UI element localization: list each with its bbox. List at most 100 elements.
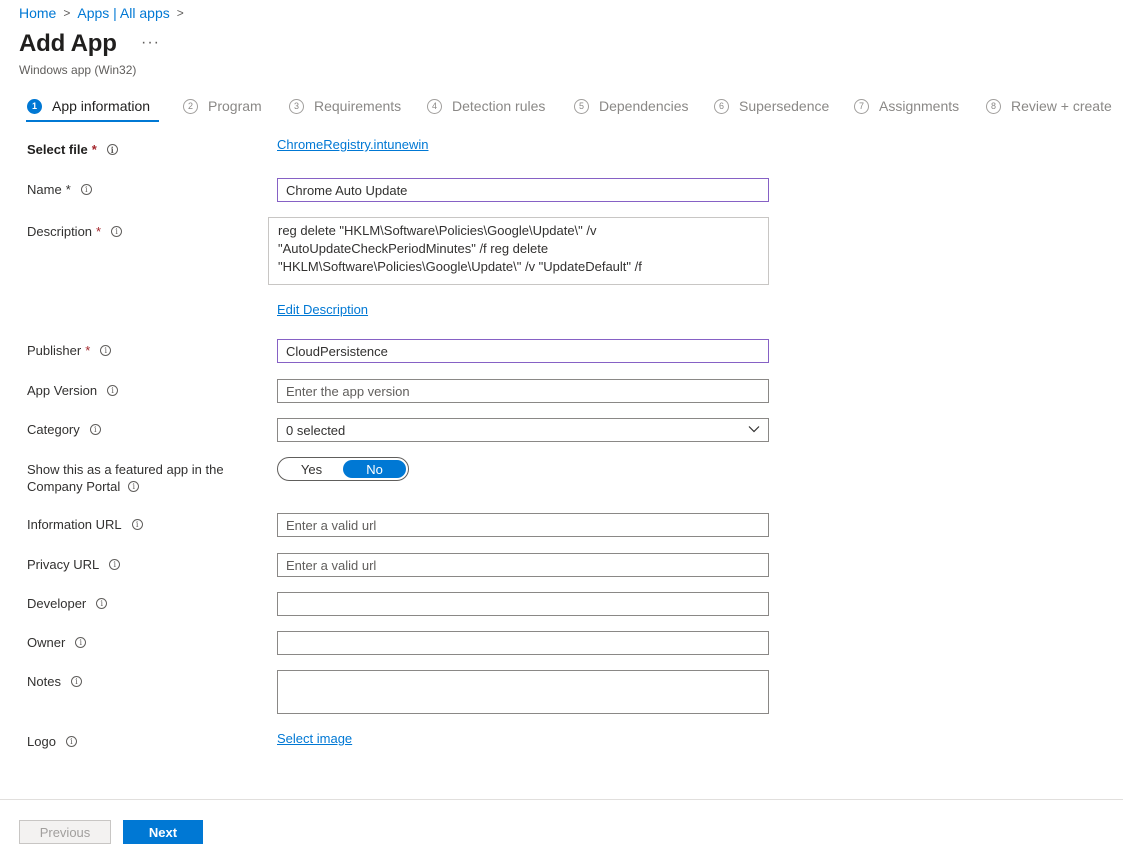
step-label: Supersedence — [739, 98, 830, 114]
info-icon[interactable]: i — [65, 736, 77, 747]
app-version-label: App Version i — [27, 383, 119, 398]
info-icon[interactable]: i — [96, 598, 108, 609]
more-options-icon[interactable]: ··· — [141, 34, 160, 52]
logo-label-text: Logo — [27, 734, 56, 749]
owner-label: Owner i — [27, 635, 87, 650]
step-number: 5 — [574, 98, 589, 114]
required-marker: * — [85, 343, 91, 358]
info-icon[interactable]: i — [106, 144, 118, 155]
featured-app-toggle[interactable]: Yes No — [277, 457, 409, 481]
step-label: Detection rules — [452, 98, 546, 114]
step-number: 1 — [27, 98, 42, 114]
category-label-text: Category — [27, 422, 80, 437]
info-icon[interactable]: i — [131, 519, 143, 530]
step-label: Assignments — [879, 98, 960, 114]
toggle-no-option[interactable]: No — [343, 460, 406, 478]
featured-app-label-line2-row: Company Portal i — [27, 478, 224, 495]
step-program[interactable]: 2 Program — [183, 92, 262, 120]
information-url-placeholder: Enter a valid url — [286, 517, 377, 533]
step-number: 8 — [986, 98, 1001, 114]
info-icon[interactable]: i — [128, 481, 140, 492]
step-label: App information — [52, 98, 151, 114]
select-file-label-text: Select file — [27, 142, 88, 157]
info-icon[interactable]: i — [109, 559, 121, 570]
notes-label-text: Notes — [27, 674, 61, 689]
active-step-indicator — [26, 120, 159, 122]
description-label-text: Description — [27, 224, 93, 239]
logo-label: Logo i — [27, 734, 77, 749]
owner-input[interactable] — [277, 631, 769, 655]
breadcrumb: Home > Apps | All apps > — [19, 4, 191, 22]
app-version-input[interactable]: Enter the app version — [277, 379, 769, 403]
category-selected-value: 0 selected — [286, 422, 346, 438]
select-file-link[interactable]: ChromeRegistry.intunewin — [277, 137, 429, 152]
breadcrumb-apps[interactable]: Apps | All apps — [77, 5, 169, 21]
required-marker: * — [65, 182, 71, 197]
step-label: Requirements — [314, 98, 402, 114]
notes-label: Notes i — [27, 674, 82, 689]
developer-label: Developer i — [27, 596, 108, 611]
chevron-down-icon — [748, 426, 760, 433]
info-icon[interactable]: i — [89, 424, 101, 435]
category-dropdown[interactable]: 0 selected — [277, 418, 769, 442]
step-number: 3 — [289, 98, 304, 114]
publisher-label-text: Publisher — [27, 343, 82, 358]
info-icon[interactable]: i — [80, 184, 92, 195]
privacy-url-input[interactable]: Enter a valid url — [277, 553, 769, 577]
info-icon[interactable]: i — [75, 637, 87, 648]
previous-button[interactable]: Previous — [19, 820, 111, 844]
step-detection-rules[interactable]: 4 Detection rules — [427, 92, 545, 120]
next-button[interactable]: Next — [123, 820, 203, 844]
edit-description-link[interactable]: Edit Description — [277, 302, 368, 317]
breadcrumb-home[interactable]: Home — [19, 5, 56, 21]
privacy-url-label: Privacy URL i — [27, 557, 121, 572]
developer-label-text: Developer — [27, 596, 87, 611]
info-icon[interactable]: i — [70, 676, 82, 687]
name-input[interactable]: Chrome Auto Update — [277, 178, 769, 202]
chevron-right-icon: > — [176, 6, 184, 20]
step-supersedence[interactable]: 6 Supersedence — [714, 92, 829, 120]
featured-app-label: Show this as a featured app in the Compa… — [27, 461, 224, 495]
featured-app-label-line2: Company Portal — [27, 479, 121, 494]
info-icon[interactable]: i — [107, 385, 119, 396]
developer-input[interactable] — [277, 592, 769, 616]
step-number: 2 — [183, 98, 198, 114]
step-label: Review + create — [1011, 98, 1112, 114]
name-label-text: Name — [27, 182, 62, 197]
description-label: Description * i — [27, 224, 123, 239]
category-label: Category i — [27, 422, 101, 437]
information-url-label: Information URL i — [27, 517, 143, 532]
information-url-label-text: Information URL — [27, 517, 122, 532]
step-app-information[interactable]: 1 App information — [27, 92, 150, 120]
publisher-label: Publisher * i — [27, 343, 112, 358]
information-url-input[interactable]: Enter a valid url — [277, 513, 769, 537]
step-assignments[interactable]: 7 Assignments — [854, 92, 959, 120]
footer-divider — [0, 799, 1123, 800]
description-textarea[interactable]: reg delete "HKLM\Software\Policies\Googl… — [268, 217, 769, 285]
step-label: Program — [208, 98, 262, 114]
step-number: 7 — [854, 98, 869, 114]
featured-app-label-line1: Show this as a featured app in the — [27, 462, 224, 477]
info-icon[interactable]: i — [111, 226, 123, 237]
info-icon[interactable]: i — [100, 345, 112, 356]
publisher-input[interactable]: CloudPersistence — [277, 339, 769, 363]
step-review-create[interactable]: 8 Review + create — [986, 92, 1112, 120]
step-label: Dependencies — [599, 98, 689, 114]
name-label: Name * i — [27, 182, 92, 197]
step-number: 6 — [714, 98, 729, 114]
privacy-url-placeholder: Enter a valid url — [286, 557, 377, 573]
required-marker: * — [96, 224, 102, 239]
page-title: Add App — [19, 30, 117, 57]
chevron-right-icon: > — [63, 6, 71, 20]
toggle-yes-option[interactable]: Yes — [280, 460, 343, 478]
privacy-url-label-text: Privacy URL — [27, 557, 100, 572]
step-dependencies[interactable]: 5 Dependencies — [574, 92, 689, 120]
select-file-label: Select file * i — [27, 142, 118, 157]
step-requirements[interactable]: 3 Requirements — [289, 92, 401, 120]
wizard-steps: 1 App information 2 Program 3 Requiremen… — [0, 92, 1123, 122]
notes-textarea[interactable] — [277, 670, 769, 714]
owner-label-text: Owner — [27, 635, 66, 650]
page-subtitle: Windows app (Win32) — [19, 63, 137, 77]
select-image-link[interactable]: Select image — [277, 731, 352, 746]
required-marker: * — [91, 142, 97, 157]
